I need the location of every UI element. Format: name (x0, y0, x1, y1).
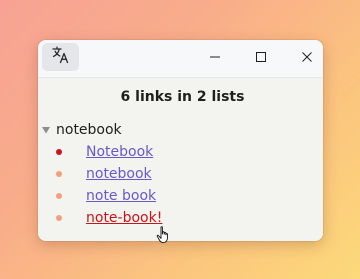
bullet-icon (56, 215, 62, 221)
minimize-icon (210, 47, 220, 66)
app-window: 6 links in 2 lists notebook Notebook not… (38, 40, 323, 241)
bullet-icon (56, 171, 62, 177)
bullet-icon (56, 149, 62, 155)
links-summary-heading: 6 links in 2 lists (120, 89, 245, 105)
link-note-book-hyphen[interactable]: note-book! (86, 208, 162, 228)
list-item: note-book! (38, 208, 238, 228)
close-icon (302, 47, 312, 66)
link-note-book-spaced[interactable]: note book (86, 186, 156, 206)
maximize-icon (256, 47, 266, 66)
maximize-button[interactable] (238, 40, 284, 72)
bullet-icon (56, 193, 62, 199)
link-notebook-lowercase[interactable]: notebook (86, 164, 152, 184)
group-toggle-notebook[interactable]: notebook (42, 120, 122, 140)
translate-button[interactable] (42, 43, 79, 71)
link-notebook[interactable]: Notebook (86, 142, 153, 162)
title-bar[interactable] (38, 40, 323, 78)
group-label: notebook (56, 122, 122, 138)
triangle-down-icon[interactable] (42, 120, 54, 140)
list-item: note book (38, 186, 238, 206)
list-item: notebook (38, 164, 238, 184)
hand-pointer-icon (156, 226, 172, 244)
list-item: Notebook (38, 142, 238, 162)
translate-icon (51, 46, 71, 68)
close-button[interactable] (284, 40, 323, 72)
minimize-button[interactable] (192, 40, 238, 72)
